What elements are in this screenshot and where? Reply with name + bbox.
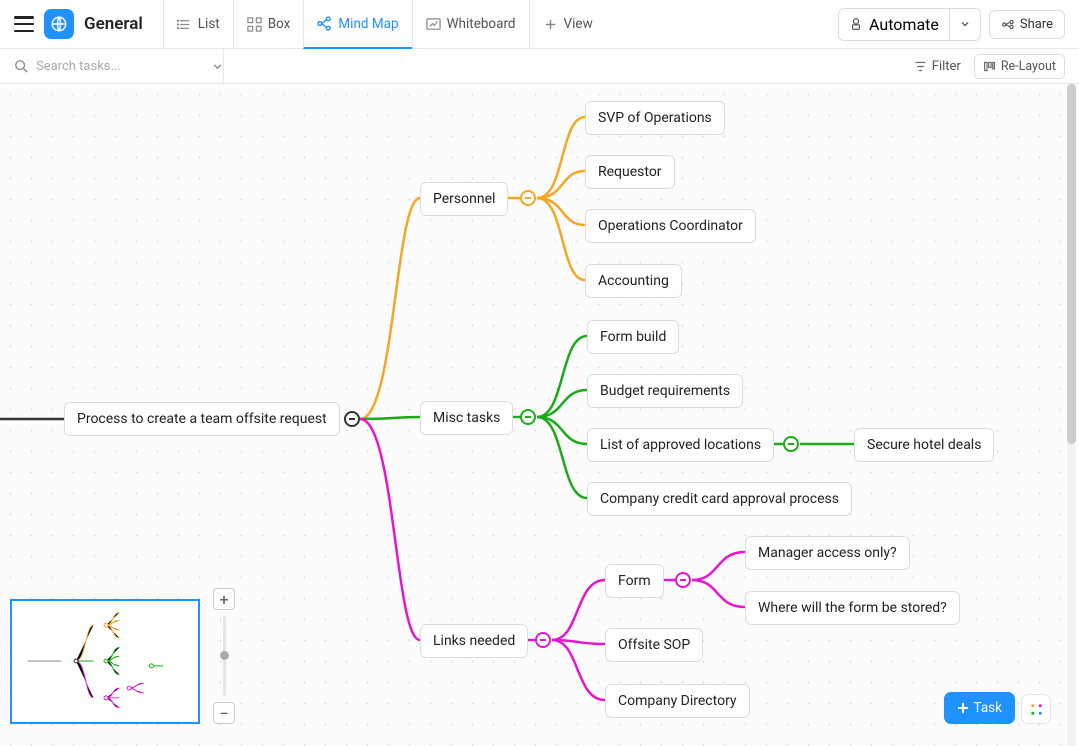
- page-title: General: [84, 14, 143, 34]
- search-box[interactable]: [14, 49, 224, 83]
- node-root[interactable]: Process to create a team offsite request: [64, 402, 340, 436]
- junction-links[interactable]: [535, 632, 551, 648]
- node-form-stored[interactable]: Where will the form be stored?: [745, 591, 960, 625]
- node-svp[interactable]: SVP of Operations: [585, 101, 725, 135]
- automate-chevron[interactable]: [950, 9, 980, 40]
- tab-add-label: View: [564, 16, 593, 32]
- tab-whiteboard-label: Whiteboard: [447, 16, 516, 32]
- zoom-in-button[interactable]: +: [213, 588, 235, 610]
- node-accounting[interactable]: Accounting: [585, 264, 682, 298]
- share-label: Share: [1020, 17, 1053, 32]
- node-links[interactable]: Links needed: [420, 624, 528, 658]
- relayout-icon: [983, 60, 996, 73]
- scrollbar[interactable]: [1067, 84, 1076, 746]
- apps-button[interactable]: [1021, 694, 1051, 724]
- search-icon: [14, 59, 28, 73]
- node-misc[interactable]: Misc tasks: [420, 401, 513, 435]
- filter-icon: [914, 60, 927, 73]
- node-budget[interactable]: Budget requirements: [587, 374, 743, 408]
- zoom-slider[interactable]: [223, 616, 226, 696]
- junction-misc[interactable]: [520, 409, 536, 425]
- node-form[interactable]: Form: [605, 564, 664, 598]
- tab-mindmap-label: Mind Map: [338, 16, 398, 32]
- relayout-label: Re-Layout: [1001, 59, 1056, 74]
- plus-icon: [957, 702, 969, 714]
- tab-box-label: Box: [268, 16, 291, 32]
- minimap[interactable]: [10, 599, 200, 724]
- automate-button[interactable]: Automate: [838, 8, 981, 41]
- tab-list-label: List: [198, 16, 220, 32]
- share-button[interactable]: Share: [989, 10, 1065, 39]
- node-requestor[interactable]: Requestor: [585, 155, 675, 189]
- tab-list[interactable]: List: [163, 0, 233, 49]
- node-form-build[interactable]: Form build: [587, 320, 679, 354]
- add-task-button[interactable]: Task: [944, 692, 1015, 724]
- filter-label: Filter: [932, 59, 961, 74]
- apps-icon: [1029, 702, 1044, 717]
- junction-form[interactable]: [675, 572, 691, 588]
- junction-root[interactable]: [344, 411, 360, 427]
- mindmap-canvas[interactable]: Process to create a team offsite request…: [0, 84, 1065, 746]
- search-input[interactable]: [36, 59, 204, 74]
- junction-locations[interactable]: [783, 436, 799, 452]
- scroll-thumb[interactable]: [1067, 84, 1076, 444]
- node-personnel[interactable]: Personnel: [420, 182, 508, 216]
- top-bar: General List Box Mind Map Whiteboard Vie…: [0, 0, 1079, 49]
- zoom-out-button[interactable]: −: [213, 702, 235, 724]
- view-tabs: List Box Mind Map Whiteboard View: [163, 0, 606, 48]
- node-sop[interactable]: Offsite SOP: [605, 628, 703, 662]
- automate-label: Automate: [869, 15, 939, 34]
- tab-add-view[interactable]: View: [529, 0, 606, 49]
- node-hotel[interactable]: Secure hotel deals: [854, 428, 994, 462]
- task-label: Task: [974, 700, 1002, 716]
- tab-mindmap[interactable]: Mind Map: [303, 0, 411, 49]
- tab-box[interactable]: Box: [233, 0, 304, 49]
- node-directory[interactable]: Company Directory: [605, 684, 750, 718]
- zoom-controls: + −: [212, 588, 236, 724]
- chevron-down-icon[interactable]: [212, 61, 223, 72]
- tab-whiteboard[interactable]: Whiteboard: [412, 0, 529, 49]
- menu-icon[interactable]: [14, 16, 34, 32]
- filter-button[interactable]: Filter: [904, 55, 971, 78]
- zoom-thumb[interactable]: [220, 651, 229, 660]
- node-ops-coord[interactable]: Operations Coordinator: [585, 209, 756, 243]
- space-icon[interactable]: [44, 9, 74, 39]
- junction-personnel[interactable]: [520, 190, 536, 206]
- node-locations[interactable]: List of approved locations: [587, 428, 774, 462]
- sub-bar: Filter Re-Layout: [0, 49, 1079, 84]
- node-cc-approval[interactable]: Company credit card approval process: [587, 482, 852, 516]
- relayout-button[interactable]: Re-Layout: [974, 54, 1065, 79]
- node-manager-access[interactable]: Manager access only?: [745, 536, 910, 570]
